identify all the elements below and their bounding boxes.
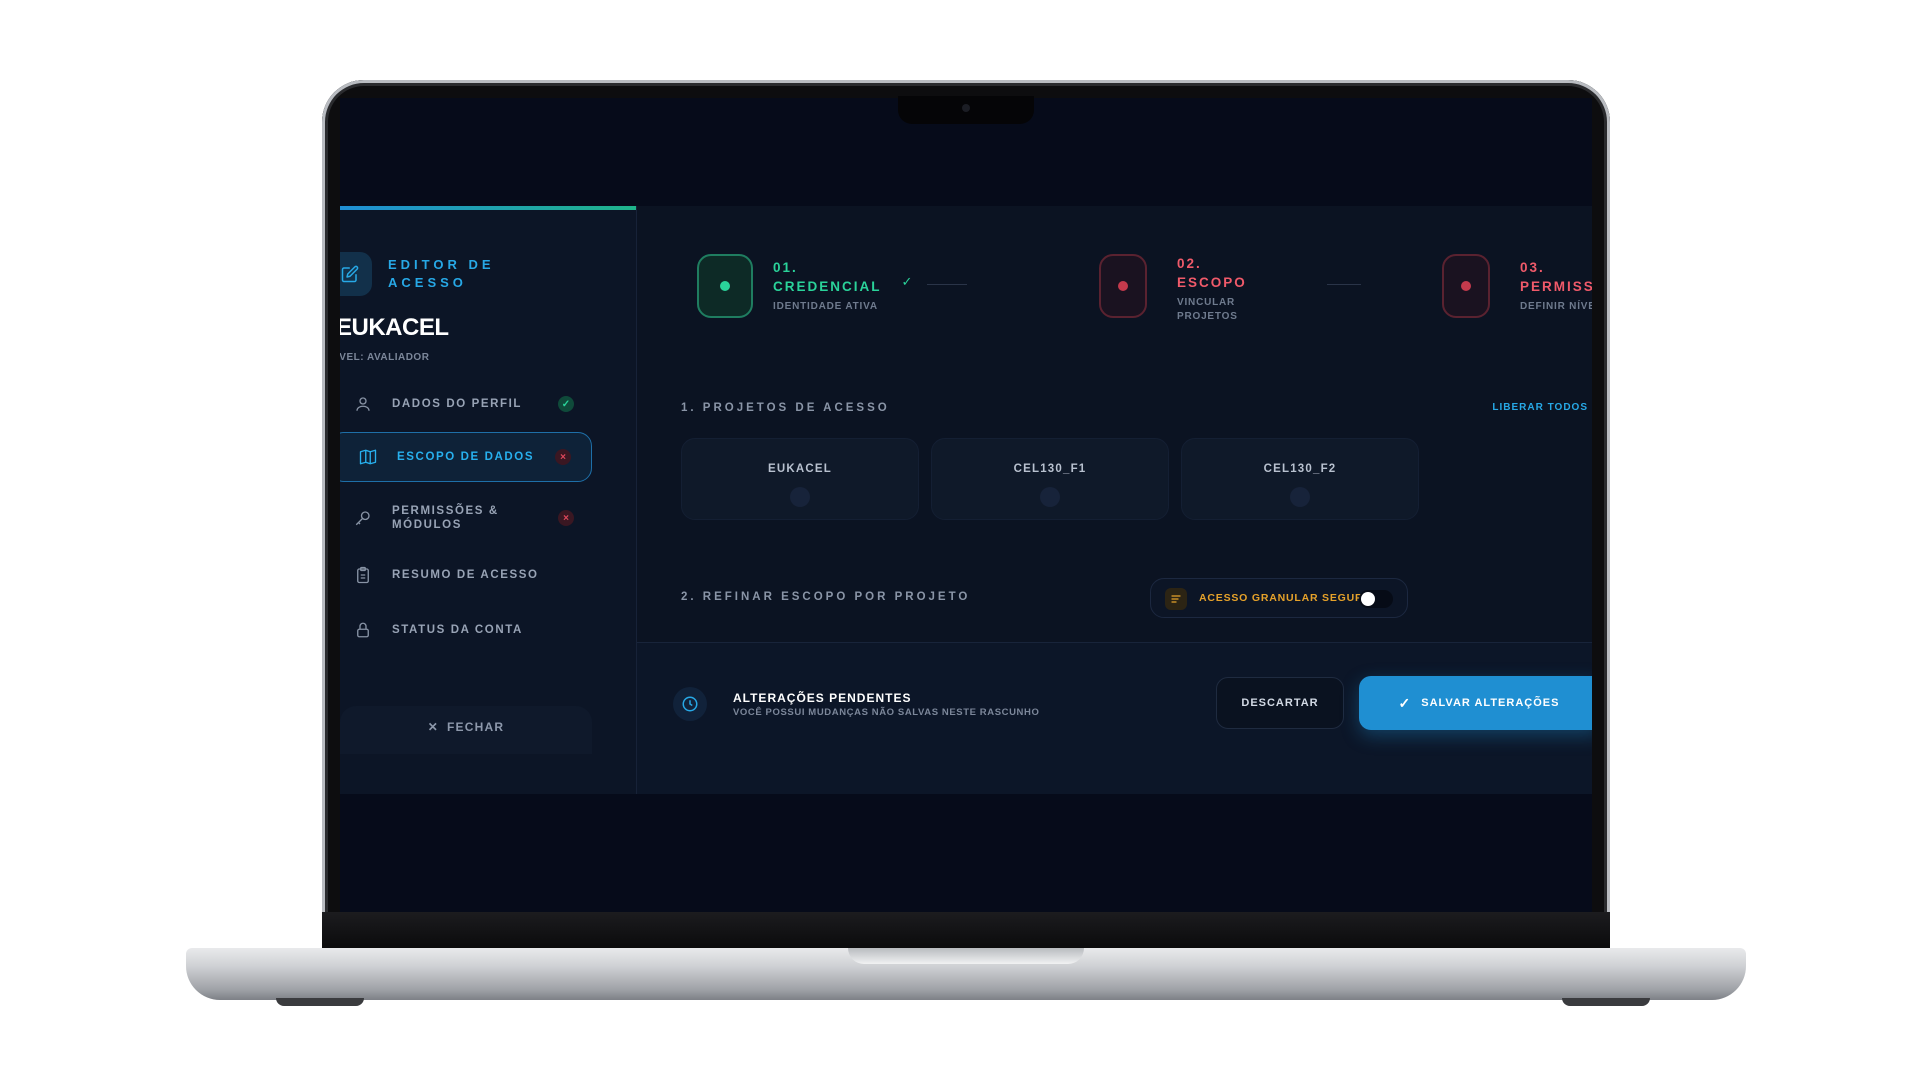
camera-icon	[962, 104, 970, 112]
edit-icon	[340, 252, 372, 296]
error-icon: ×	[555, 449, 571, 465]
project-card-cel130-f2[interactable]: CEL130_F2	[1181, 438, 1419, 520]
laptop-foot-right	[1562, 998, 1650, 1006]
sidebar-item-label: PERMISSÕES & MÓDULOS	[392, 505, 499, 531]
user-name: EUKACEL	[340, 314, 449, 341]
error-icon: ×	[558, 510, 574, 526]
user-icon	[352, 393, 374, 415]
project-card-eukacel[interactable]: EUKACEL	[681, 438, 919, 520]
refine-section-title: 2. REFINAR ESCOPO POR PROJETO	[681, 591, 971, 603]
sidebar-item-permissoes-modulos[interactable]: PERMISSÕES & MÓDULOS ×	[340, 490, 592, 546]
sidebar-item-label: ESCOPO DE DADOS	[397, 451, 535, 463]
camera-notch	[898, 96, 1034, 124]
step-indicator	[1442, 254, 1490, 318]
step-description: DEFINIR NÍVE	[1520, 301, 1592, 312]
close-label: FECHAR	[447, 720, 505, 734]
step-indicator	[697, 254, 753, 318]
toggle-knob	[1361, 592, 1375, 606]
step-connector	[1327, 284, 1361, 285]
step-indicator	[1099, 254, 1147, 318]
step-description: IDENTIDADE ATIVA	[773, 301, 878, 312]
sidebar-item-status-da-conta[interactable]: STATUS DA CONTA	[340, 602, 592, 658]
step-dot	[1118, 281, 1128, 291]
discard-button[interactable]: DESCARTAR	[1216, 677, 1344, 729]
sidebar: EDITOR DE ACESSO EUKACEL ÍVEL: AVALIADOR…	[340, 206, 637, 794]
main-panel: 01. CREDENCIAL IDENTIDADE ATIVA ✓ 02. ES…	[637, 206, 1592, 794]
check-icon: ✓	[1398, 694, 1412, 711]
close-icon: ✕	[427, 720, 440, 734]
toggle-switch[interactable]	[1359, 590, 1393, 608]
pending-changes-bar: ALTERAÇÕES PENDENTES VOCÊ POSSUI MUDANÇA…	[637, 642, 1592, 794]
step-connector	[927, 284, 967, 285]
clock-icon	[673, 687, 707, 721]
sidebar-item-label: DADOS DO PERFIL	[392, 398, 523, 410]
laptop-foot-left	[276, 998, 364, 1006]
project-name: CEL130_F2	[1263, 463, 1337, 475]
project-card-cel130-f1[interactable]: CEL130_F1	[931, 438, 1169, 520]
clipboard-icon	[352, 564, 374, 586]
sidebar-item-dados-do-perfil[interactable]: DADOS DO PERFIL ✓	[340, 376, 592, 432]
check-icon: ✓	[558, 396, 574, 412]
screen-bezel-bottom	[322, 912, 1610, 950]
laptop-base-groove	[848, 948, 1084, 964]
toggle-label: ACESSO GRANULAR SEGURO	[1199, 592, 1373, 604]
sidebar-item-label: STATUS DA CONTA	[392, 624, 523, 636]
step-number: 03.	[1520, 260, 1545, 275]
key-icon	[352, 507, 374, 529]
project-select-indicator	[1290, 487, 1310, 507]
step-name: PERMISSÕ	[1520, 279, 1592, 294]
editor-title: EDITOR DE ACESSO	[388, 257, 495, 290]
project-select-indicator	[790, 487, 810, 507]
step-dot	[720, 281, 730, 291]
sidebar-item-label: RESUMO DE ACESSO	[392, 569, 539, 581]
step-dot	[1461, 281, 1471, 291]
laptop-screen: EDITOR DE ACESSO EUKACEL ÍVEL: AVALIADOR…	[340, 98, 1592, 912]
step-name: CREDENCIAL	[773, 279, 882, 294]
step-number: 02.	[1177, 256, 1202, 271]
pending-subtitle: VOCÊ POSSUI MUDANÇAS NÃO SALVAS NESTE RA…	[733, 707, 1040, 718]
step-name: ESCOPO	[1177, 275, 1247, 290]
step-escopo[interactable]: 02. ESCOPO VINCULAR PROJETOS	[1099, 254, 1247, 324]
lock-icon	[352, 619, 374, 641]
sidebar-progress-bar	[340, 206, 636, 210]
sidebar-item-resumo-de-acesso[interactable]: RESUMO DE ACESSO	[340, 547, 592, 603]
save-changes-button[interactable]: ✓ SALVAR ALTERAÇÕES	[1359, 676, 1592, 730]
step-number: 01.	[773, 260, 798, 275]
sidebar-item-escopo-de-dados[interactable]: ESCOPO DE DADOS ×	[340, 432, 592, 482]
step-description: VINCULAR PROJETOS	[1177, 297, 1238, 322]
step-credencial[interactable]: 01. CREDENCIAL IDENTIDADE ATIVA ✓	[697, 254, 912, 318]
project-name: EUKACEL	[768, 463, 832, 475]
close-button[interactable]: ✕ FECHAR	[340, 706, 592, 754]
project-name: CEL130_F1	[1013, 463, 1087, 475]
check-icon: ✓	[901, 274, 913, 289]
map-icon	[357, 446, 379, 468]
projects-section-title: 1. PROJETOS DE ACESSO	[681, 402, 890, 414]
pending-title: ALTERAÇÕES PENDENTES	[733, 691, 912, 705]
access-editor-app: EDITOR DE ACESSO EUKACEL ÍVEL: AVALIADOR…	[340, 206, 1592, 794]
project-select-indicator	[1040, 487, 1060, 507]
release-all-link[interactable]: LIBERAR TODOS	[1492, 402, 1588, 413]
list-icon	[1165, 588, 1187, 610]
user-level: ÍVEL: AVALIADOR	[340, 352, 430, 363]
step-permissoes[interactable]: 03. PERMISSÕ DEFINIR NÍVE	[1442, 254, 1592, 318]
granular-access-toggle[interactable]: ACESSO GRANULAR SEGURO	[1150, 578, 1408, 618]
save-label: SALVAR ALTERAÇÕES	[1421, 697, 1560, 709]
